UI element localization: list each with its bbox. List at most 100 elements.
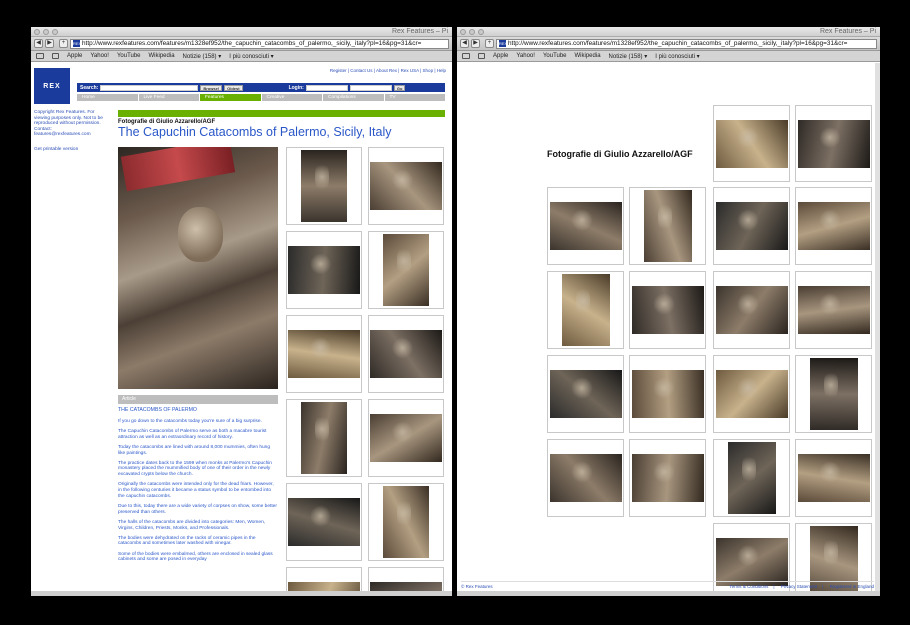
photo-thumbnail[interactable] [629,439,706,517]
zoom-window-button[interactable] [52,29,58,35]
photo-thumbnail[interactable] [713,271,790,349]
back-button[interactable]: ◀ [34,39,43,48]
photo-thumbnail[interactable] [368,399,444,477]
vertical-scrollbar[interactable] [875,63,880,591]
address-bar[interactable]: REX http://www.rexfeatures.com/features/… [496,38,877,49]
bookmark-item[interactable]: Yahoo! [90,53,109,59]
bookmark-item[interactable]: I più conosciuti ▾ [655,53,699,60]
close-window-button[interactable] [460,29,466,35]
thumbnail-image [797,119,870,168]
terms-link[interactable]: Terms & Conditions [729,584,768,589]
photo-thumbnail[interactable] [368,315,444,393]
article-paragraph: Due to this, today there are a wide vari… [118,503,277,515]
horizontal-scrollbar[interactable] [457,591,880,596]
photo-thumbnail[interactable] [795,187,872,265]
thumbnail-image [809,358,858,430]
registered-link[interactable]: Registered in England [830,584,874,589]
thumbnail-image [301,402,347,474]
main-nav: Home Live Feed Features Creative Compila… [77,94,445,101]
photo-thumbnail[interactable] [368,147,444,225]
bookmark-item[interactable]: Notizie (158) ▾ [183,53,222,60]
nav-compilations[interactable]: Compilations [323,94,384,101]
rex-logo[interactable]: REX [34,68,70,104]
photo-thumbnail[interactable] [713,439,790,517]
bookmark-item[interactable]: Apple [493,53,508,59]
bookmark-item[interactable]: YouTube [543,53,567,59]
bookmark-item[interactable]: YouTube [117,53,141,59]
window-controls[interactable] [460,29,484,35]
article-header: Article [118,395,278,404]
top-links[interactable]: Register | Contact Us | About Rex | Rex … [330,68,446,73]
username-input[interactable] [305,84,348,91]
photo-thumbnail[interactable] [795,439,872,517]
nav-home[interactable]: Home [77,94,138,101]
photo-thumbnail[interactable] [547,187,624,265]
main-photo[interactable] [118,147,278,389]
oldest-button[interactable]: Oldest [224,84,243,91]
forward-button[interactable]: ▶ [471,39,480,48]
photo-thumbnail[interactable] [713,105,790,182]
printable-version-link[interactable]: Get printable version [34,147,78,152]
browse-button[interactable]: Browse! [200,84,223,91]
forward-button[interactable]: ▶ [45,39,54,48]
browser-window-left: Rex Features – Pi ◀ ▶ + REX http://www.r… [31,27,452,596]
minimize-window-button[interactable] [469,29,475,35]
window-controls[interactable] [34,29,58,35]
window-title: Rex Features – Pi [391,28,448,35]
page-title: The Capuchin Catacombs of Palermo, Sicil… [118,125,392,139]
photo-thumbnail[interactable] [368,483,444,561]
grid-icon[interactable] [478,53,485,59]
photo-thumbnail[interactable] [795,105,872,182]
bookmark-item[interactable]: Wikipedia [149,53,175,59]
back-button[interactable]: ◀ [460,39,469,48]
grid-icon[interactable] [52,53,59,59]
close-window-button[interactable] [34,29,40,35]
photo-thumbnail[interactable] [547,271,624,349]
open-book-icon[interactable] [36,53,44,59]
privacy-link[interactable]: Privacy Statement [781,584,818,589]
article-paragraph: The practice dates back to the 1599 when… [118,460,272,478]
article-paragraph: The Capuchin Catacombs of Palermo serve … [118,428,267,440]
photo-thumbnail[interactable] [368,231,444,309]
address-bar[interactable]: REX http://www.rexfeatures.com/features/… [70,38,449,49]
thumbnail-image [797,286,870,334]
article-paragraph: Originally the catacombs were intended o… [118,482,274,499]
photo-thumbnail[interactable] [286,231,362,309]
horizontal-scrollbar[interactable] [31,591,452,596]
browser-toolbar: ◀ ▶ + REX http://www.rexfeatures.com/fea… [457,37,880,51]
photo-thumbnail[interactable] [629,355,706,433]
photo-thumbnail[interactable] [713,355,790,433]
bookmark-item[interactable]: Yahoo! [516,53,535,59]
bookmark-item[interactable]: Notizie (158) ▾ [609,53,648,60]
search-input[interactable] [100,84,199,91]
nav-live-feed[interactable]: Live Feed [138,94,199,101]
open-book-icon[interactable] [462,53,470,59]
zoom-window-button[interactable] [478,29,484,35]
photo-thumbnail[interactable] [286,483,362,561]
bookmark-item[interactable]: Wikipedia [575,53,601,59]
photo-thumbnail[interactable] [547,439,624,517]
minimize-window-button[interactable] [43,29,49,35]
bookmark-item[interactable]: I più conosciuti ▾ [229,53,273,60]
photo-thumbnail[interactable] [795,355,872,433]
photo-thumbnail[interactable] [286,399,362,477]
nav-creative[interactable]: Creative [261,94,322,101]
bookmarks-bar: Apple Yahoo! YouTube Wikipedia Notizie (… [31,51,452,62]
password-input[interactable] [349,84,392,91]
add-bookmark-button[interactable]: + [59,39,68,48]
nav-features[interactable]: Features [200,94,261,101]
article-paragraph: Today the catacombs are lined with aroun… [118,444,270,456]
bookmark-item[interactable]: Apple [67,53,82,59]
nav-tv[interactable]: TV [384,94,445,101]
photo-thumbnail[interactable] [629,271,706,349]
photo-thumbnail[interactable] [286,147,362,225]
go-button[interactable]: Go [393,84,406,91]
photo-thumbnail[interactable] [629,187,706,265]
photo-thumbnail[interactable] [795,271,872,349]
page-content: Fotografie di Giulio Azzarello/AGF © Rex… [457,63,880,596]
add-bookmark-button[interactable]: + [485,39,494,48]
photo-thumbnail[interactable] [547,355,624,433]
photo-thumbnail[interactable] [286,315,362,393]
photo-thumbnail[interactable] [713,187,790,265]
thumbnail-image [549,454,622,502]
